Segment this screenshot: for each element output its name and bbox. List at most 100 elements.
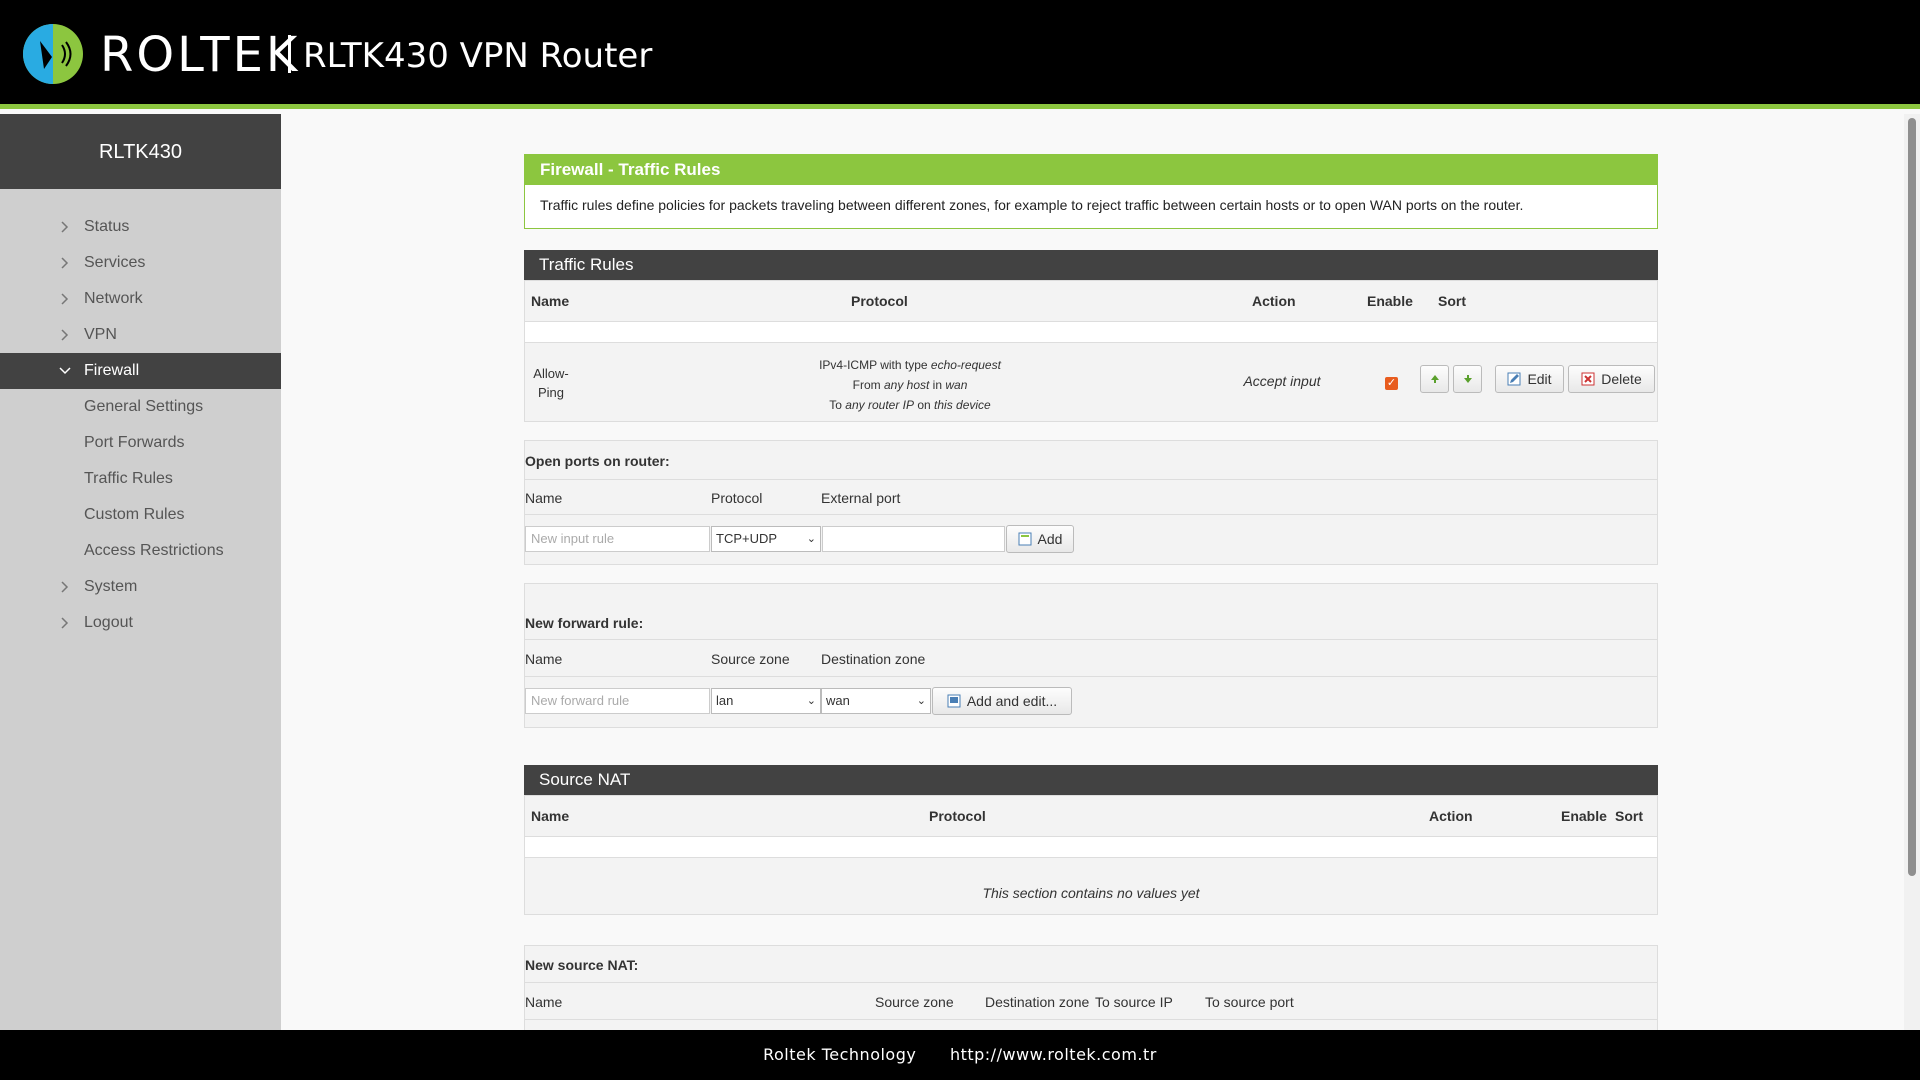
product-name: RLTK430 VPN Router xyxy=(303,36,653,76)
move-down-button[interactable] xyxy=(1453,365,1482,393)
page-description: Traffic rules define policies for packet… xyxy=(540,197,1524,213)
col-destination-zone: Destination zone xyxy=(985,994,1090,1010)
protocol-value: wan xyxy=(945,378,968,392)
chevron-right-icon xyxy=(58,317,72,353)
scrollbar-thumb[interactable] xyxy=(1908,118,1916,876)
col-action: Action xyxy=(1429,808,1473,824)
sidebar-title: RLTK430 xyxy=(0,114,281,189)
sidebar-item-label: Network xyxy=(84,290,143,307)
traffic-rules-title: Traffic Rules xyxy=(524,250,1658,280)
edit-button[interactable]: Edit xyxy=(1495,365,1564,393)
footer-company: Roltek Technology xyxy=(763,1045,917,1064)
col-name: Name xyxy=(525,651,563,667)
chevron-right-icon xyxy=(58,209,72,245)
sidebar-item-system[interactable]: System xyxy=(0,569,281,605)
empty-message: This section contains no values yet xyxy=(982,885,1200,901)
sidebar-subitem-port-forwards[interactable]: Port Forwards xyxy=(0,425,281,461)
sidebar-subitem-custom-rules[interactable]: Custom Rules xyxy=(0,497,281,533)
col-destination-zone: Destination zone xyxy=(821,651,926,667)
new-snat-title: New source NAT: xyxy=(525,957,639,973)
new-snat-box: New source NAT: Name Source zone Destina… xyxy=(524,945,1658,1030)
traffic-rules-table: Name Protocol Action Enable Sort Allow- … xyxy=(524,280,1658,422)
move-up-button[interactable] xyxy=(1420,365,1449,393)
col-source-zone: Source zone xyxy=(875,994,954,1010)
col-external-port: External port xyxy=(821,490,901,506)
col-protocol: Protocol xyxy=(929,808,986,824)
col-name: Name xyxy=(525,490,563,506)
add-and-edit-button[interactable]: Add and edit... xyxy=(932,687,1072,715)
open-ports-box: Open ports on router: Name Protocol Exte… xyxy=(524,440,1658,565)
rule-name-line: Ping xyxy=(537,385,565,400)
sidebar-item-label: VPN xyxy=(84,326,117,343)
edit-icon xyxy=(1507,372,1521,386)
sidebar: RLTK430 Status Services Network VPN Fire… xyxy=(0,114,281,1030)
col-to-source-ip: To source IP xyxy=(1095,994,1173,1010)
source-nat-title: Source NAT xyxy=(524,765,1658,795)
new-input-rule-field[interactable]: New input rule xyxy=(525,526,710,552)
delete-button[interactable]: Delete xyxy=(1568,365,1655,393)
new-forward-rule-field[interactable]: New forward rule xyxy=(525,688,710,714)
col-name: Name xyxy=(525,994,563,1010)
sidebar-item-logout[interactable]: Logout xyxy=(0,605,281,641)
sidebar-item-services[interactable]: Services xyxy=(0,245,281,281)
page-title: Firewall - Traffic Rules xyxy=(525,155,1657,185)
add-icon xyxy=(947,694,961,708)
protocol-text: on xyxy=(914,398,935,412)
add-button[interactable]: Add xyxy=(1006,525,1074,553)
sidebar-item-status[interactable]: Status xyxy=(0,209,281,245)
divider xyxy=(525,342,1657,343)
delete-label: Delete xyxy=(1601,371,1642,387)
col-protocol: Protocol xyxy=(711,490,763,506)
chevron-down-icon: ⌄ xyxy=(806,533,816,545)
col-enable: Enable xyxy=(1367,293,1413,309)
sidebar-item-firewall[interactable]: Firewall xyxy=(0,353,281,389)
chevron-down-icon: ⌄ xyxy=(806,695,816,707)
add-label: Add xyxy=(1037,531,1063,547)
sidebar-subitem-access-restrictions[interactable]: Access Restrictions xyxy=(0,533,281,569)
divider xyxy=(525,857,1657,858)
sidebar-item-label: Status xyxy=(84,218,130,235)
add-icon xyxy=(1018,532,1032,546)
brand-name: ROLTEK xyxy=(100,27,301,83)
top-header: ROLTEK RLTK430 VPN Router xyxy=(0,0,1920,109)
protocol-text: From xyxy=(852,378,884,392)
col-to-source-port: To source port xyxy=(1205,994,1294,1010)
sidebar-subitem-traffic-rules[interactable]: Traffic Rules xyxy=(0,461,281,497)
rule-action: Accept input xyxy=(1243,373,1321,389)
sidebar-item-label: System xyxy=(84,578,138,595)
col-sort: Sort xyxy=(1615,808,1643,824)
protocol-line: To any router IP on this device xyxy=(725,395,1095,415)
page-scrollbar[interactable] xyxy=(1904,114,1920,1030)
protocol-value: any router IP xyxy=(845,398,914,412)
footer-url[interactable]: http://www.roltek.com.tr xyxy=(950,1045,1157,1064)
sidebar-subitem-general-settings[interactable]: General Settings xyxy=(0,389,281,425)
divider xyxy=(525,479,1657,480)
protocol-line: From any host in wan xyxy=(725,375,1095,395)
sidebar-nav: Status Services Network VPN Firewall Gen… xyxy=(0,189,281,641)
col-protocol: Protocol xyxy=(851,293,908,309)
source-zone-select[interactable]: lan ⌄ xyxy=(711,688,821,714)
rule-name: Allow- Ping xyxy=(531,364,571,402)
enable-checkbox[interactable]: ✓ xyxy=(1385,377,1398,390)
chevron-right-icon xyxy=(58,281,72,317)
add-and-edit-label: Add and edit... xyxy=(966,693,1058,709)
delete-icon xyxy=(1581,372,1595,386)
rule-protocol: IPv4-ICMP with type echo-request From an… xyxy=(725,355,1095,415)
protocol-value: any host xyxy=(883,378,930,392)
protocol-text: in xyxy=(929,378,946,392)
footer: Roltek Technology http://www.roltek.com.… xyxy=(0,1030,1920,1080)
col-name: Name xyxy=(531,293,570,309)
spacer-row xyxy=(525,322,1657,342)
forward-rule-box: New forward rule: Name Source zone Desti… xyxy=(524,583,1658,728)
divider xyxy=(525,676,1657,677)
protocol-text: To xyxy=(829,398,846,412)
protocol-select[interactable]: TCP+UDP ⌄ xyxy=(711,526,821,552)
sidebar-item-vpn[interactable]: VPN xyxy=(0,317,281,353)
sidebar-item-network[interactable]: Network xyxy=(0,281,281,317)
chevron-right-icon xyxy=(58,245,72,281)
destination-zone-select[interactable]: wan ⌄ xyxy=(821,688,931,714)
spacer-row xyxy=(525,837,1657,857)
page-header-box: Firewall - Traffic Rules Traffic rules d… xyxy=(524,154,1658,229)
external-port-field[interactable] xyxy=(822,526,1005,552)
source-nat-table: Name Protocol Action Enable Sort This se… xyxy=(524,795,1658,915)
